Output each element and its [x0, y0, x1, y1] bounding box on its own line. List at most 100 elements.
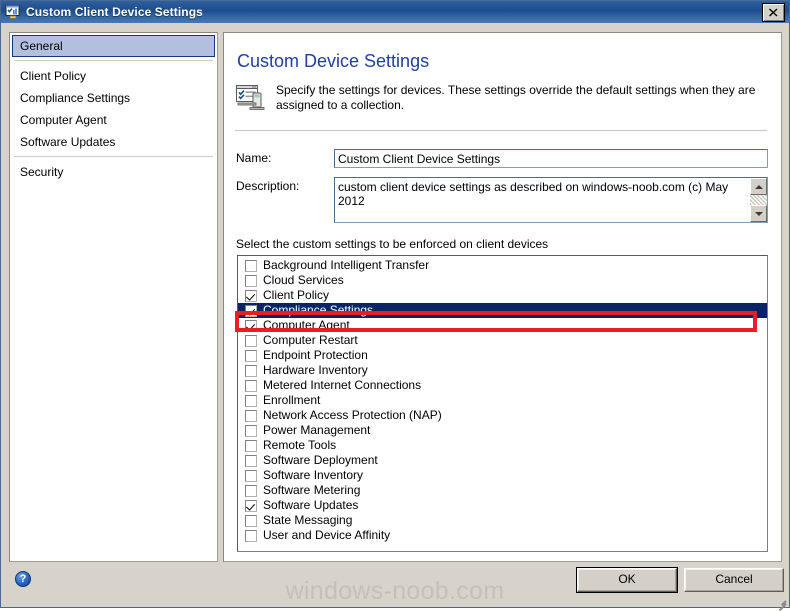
sidebar-item-general[interactable]: General — [12, 35, 215, 57]
checkbox-unchecked-icon[interactable] — [245, 379, 257, 392]
setting-label: Remote Tools — [263, 438, 337, 452]
device-settings-icon — [236, 84, 266, 112]
sidebar-item-label: Security — [20, 165, 64, 179]
dialog-window: Custom Client Device Settings General Cl… — [0, 0, 790, 611]
checkbox-unchecked-icon[interactable] — [245, 259, 257, 272]
setting-label: Software Inventory — [263, 468, 364, 482]
checkbox-unchecked-icon[interactable] — [245, 334, 257, 347]
checkbox-unchecked-icon[interactable] — [245, 409, 257, 422]
ok-button[interactable]: OK — [576, 567, 678, 593]
description-scrollbar[interactable] — [750, 178, 767, 222]
setting-row[interactable]: Computer Agent — [238, 318, 767, 333]
setting-label: Software Deployment — [263, 453, 378, 467]
checkbox-unchecked-icon[interactable] — [245, 529, 257, 542]
setting-row[interactable]: Cloud Services — [238, 273, 767, 288]
settings-nav-panel: General Client Policy Compliance Setting… — [9, 32, 218, 562]
settings-checkbox-list[interactable]: Background Intelligent Transfer Cloud Ser… — [237, 255, 768, 552]
resize-grip[interactable] — [773, 592, 787, 611]
checkbox-unchecked-icon[interactable] — [245, 514, 257, 527]
setting-row[interactable]: Software Inventory — [238, 468, 767, 483]
settings-list-caption: Select the custom settings to be enforce… — [236, 237, 549, 251]
setting-label: Software Metering — [263, 483, 361, 497]
content-panel: Custom Device Settings Specify the setti… — [223, 32, 782, 562]
setting-row[interactable]: Software Deployment — [238, 453, 767, 468]
setting-label: Metered Internet Connections — [263, 378, 422, 392]
sidebar-item-label: Software Updates — [20, 135, 116, 149]
checkbox-unchecked-icon[interactable] — [245, 484, 257, 497]
setting-label: User and Device Affinity — [263, 528, 391, 542]
scroll-up-icon[interactable] — [750, 178, 767, 195]
setting-row[interactable]: State Messaging — [238, 513, 767, 528]
checkbox-unchecked-icon[interactable] — [245, 274, 257, 287]
scrollbar-track[interactable] — [750, 195, 767, 205]
sidebar-item-label: Compliance Settings — [20, 91, 131, 105]
setting-row[interactable]: Network Access Protection (NAP) — [238, 408, 767, 423]
setting-label: Power Management — [263, 423, 371, 437]
description-label: Description: — [236, 179, 300, 193]
setting-label: State Messaging — [263, 513, 353, 527]
setting-row[interactable]: Software Metering — [238, 483, 767, 498]
checkbox-unchecked-icon[interactable] — [245, 439, 257, 452]
dialog-body: General Client Policy Compliance Setting… — [1, 28, 789, 565]
sidebar-item-software-updates[interactable]: Software Updates — [10, 131, 217, 153]
page-description: Specify the settings for devices. These … — [236, 83, 766, 113]
checkbox-unchecked-icon[interactable] — [245, 424, 257, 437]
nav-separator-top — [14, 60, 213, 61]
description-row: Description: custom client device settin… — [236, 177, 768, 223]
sidebar-item-security[interactable]: Security — [10, 161, 217, 183]
setting-label: Network Access Protection (NAP) — [263, 408, 442, 422]
page-description-text: Specify the settings for devices. These … — [276, 83, 756, 112]
setting-row[interactable]: Client Policy — [238, 288, 767, 303]
setting-row[interactable]: Endpoint Protection — [238, 348, 767, 363]
checkbox-unchecked-icon[interactable] — [245, 349, 257, 362]
setting-label: Computer Agent — [263, 318, 350, 332]
setting-label: Endpoint Protection — [263, 348, 368, 362]
setting-row[interactable]: Compliance Settings — [238, 303, 767, 318]
checkbox-unchecked-icon[interactable] — [245, 454, 257, 467]
setting-label: Client Policy — [263, 288, 330, 302]
setting-row[interactable]: Power Management — [238, 423, 767, 438]
sidebar-item-compliance-settings[interactable]: Compliance Settings — [10, 87, 217, 109]
close-icon[interactable] — [762, 2, 785, 22]
name-row: Name: — [236, 149, 768, 168]
name-label: Name: — [236, 151, 272, 165]
setting-label: Cloud Services — [263, 273, 344, 287]
setting-label: Software Updates — [263, 498, 359, 512]
setting-row[interactable]: Computer Restart — [238, 333, 767, 348]
checkbox-checked-icon[interactable] — [245, 289, 257, 302]
setting-label: Compliance Settings — [263, 303, 374, 317]
setting-label: Enrollment — [263, 393, 321, 407]
setting-row[interactable]: User and Device Affinity — [238, 528, 767, 543]
setting-label: Background Intelligent Transfer — [263, 258, 430, 272]
settings-monitor-icon — [5, 4, 21, 20]
setting-row[interactable]: Remote Tools — [238, 438, 767, 453]
sidebar-item-label: General — [20, 39, 63, 53]
checkbox-checked-icon[interactable] — [245, 304, 257, 317]
description-field-wrap: custom client device settings as describ… — [334, 177, 768, 223]
cancel-button[interactable]: Cancel — [684, 568, 784, 592]
checkbox-unchecked-icon[interactable] — [245, 469, 257, 482]
setting-row[interactable]: Hardware Inventory — [238, 363, 767, 378]
sidebar-item-label: Client Policy — [20, 69, 87, 83]
setting-row[interactable]: Metered Internet Connections — [238, 378, 767, 393]
scroll-down-icon[interactable] — [750, 205, 767, 222]
checkbox-unchecked-icon[interactable] — [245, 394, 257, 407]
sidebar-item-computer-agent[interactable]: Computer Agent — [10, 109, 217, 131]
setting-row[interactable]: Enrollment — [238, 393, 767, 408]
dialog-footer: ? windows-noob.com OK Cancel — [1, 565, 789, 611]
sidebar-item-client-policy[interactable]: Client Policy — [10, 65, 217, 87]
nav-separator-bottom — [14, 156, 213, 157]
setting-label: Hardware Inventory — [263, 363, 368, 377]
setting-row[interactable]: Background Intelligent Transfer — [238, 258, 767, 273]
checkbox-checked-icon[interactable] — [245, 499, 257, 512]
setting-row[interactable]: Software Updates — [238, 498, 767, 513]
header-divider — [235, 130, 767, 131]
page-title: Custom Device Settings — [237, 51, 430, 71]
window-title: Custom Client Device Settings — [26, 5, 203, 19]
title-bar: Custom Client Device Settings — [1, 1, 789, 23]
description-input[interactable]: custom client device settings as describ… — [334, 177, 768, 223]
setting-label: Computer Restart — [263, 333, 358, 347]
checkbox-checked-icon[interactable] — [245, 319, 257, 332]
checkbox-unchecked-icon[interactable] — [245, 364, 257, 377]
name-input[interactable] — [334, 149, 768, 168]
